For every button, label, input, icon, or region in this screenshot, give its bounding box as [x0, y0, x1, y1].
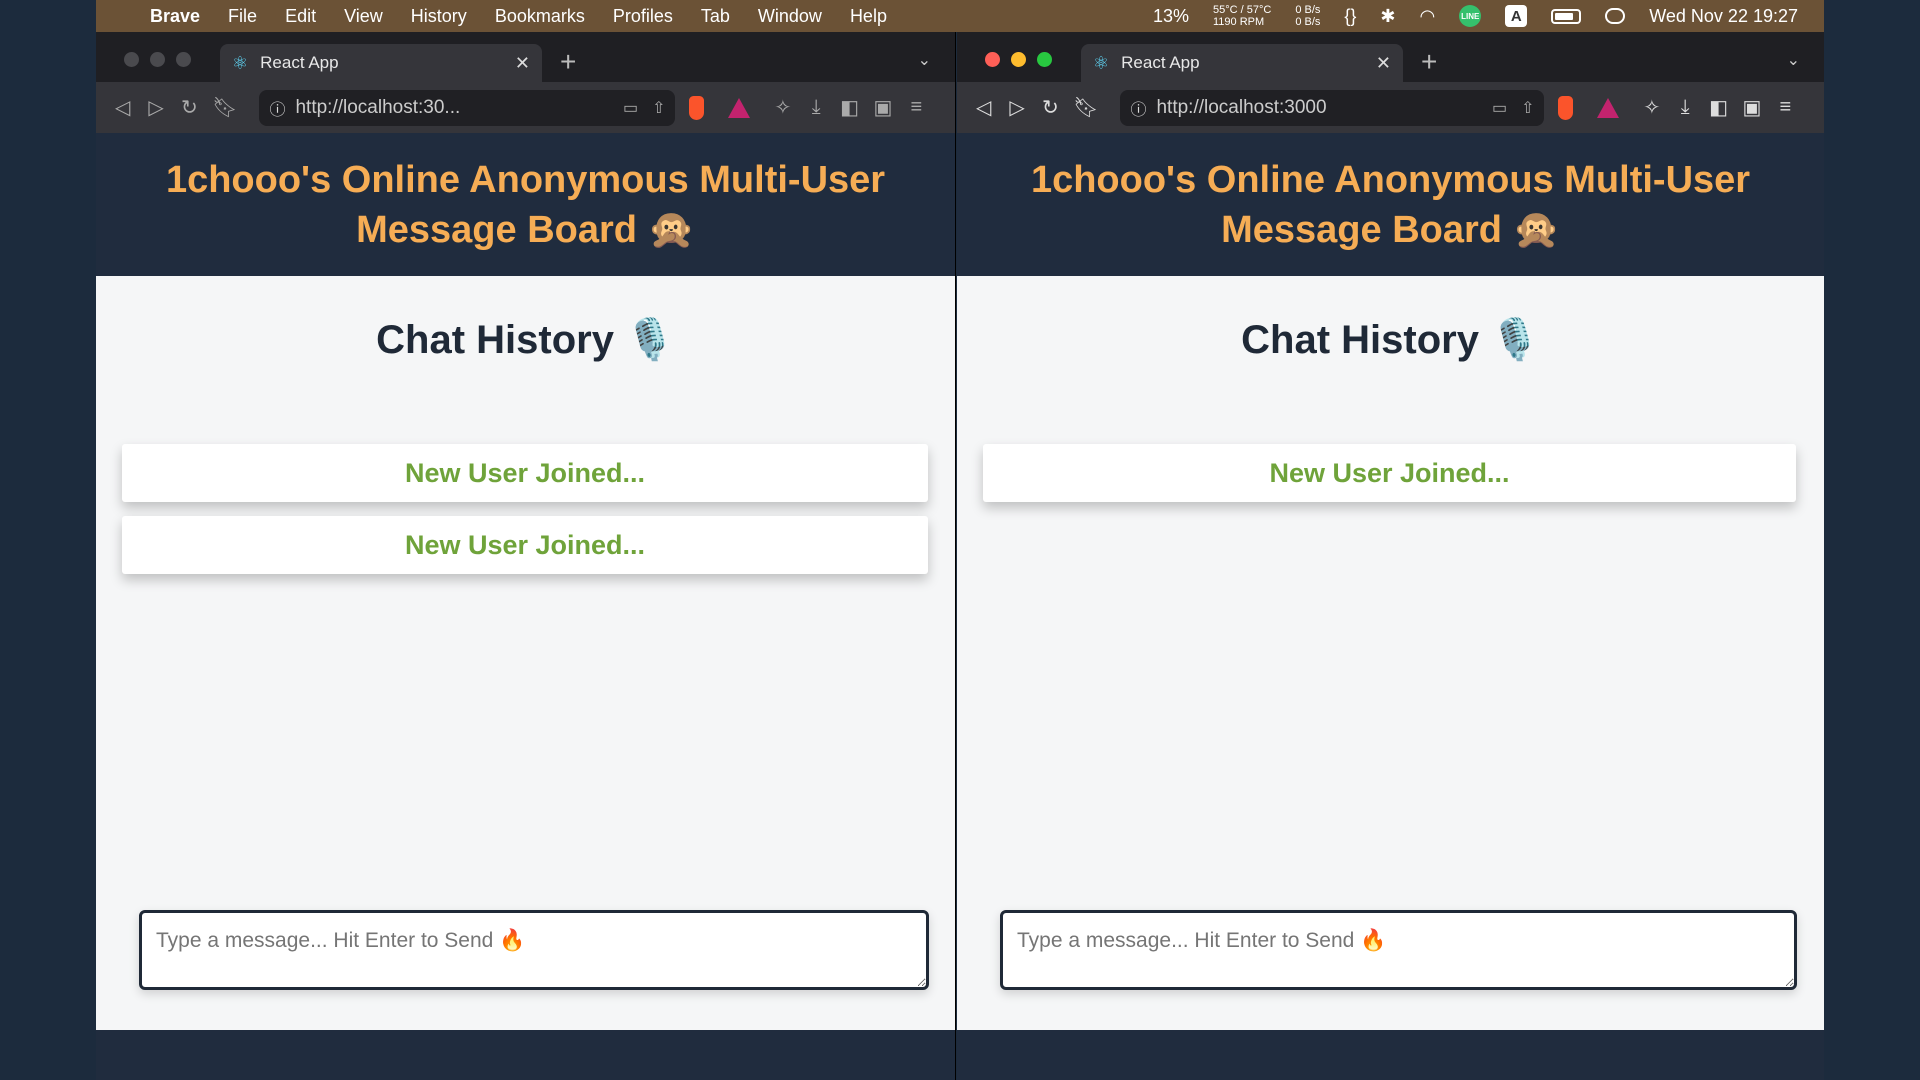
menu-history[interactable]: History — [411, 6, 467, 27]
share-icon[interactable]: ⇧ — [1521, 98, 1534, 118]
bookmark-icon[interactable]: 🔖︎ — [1073, 95, 1098, 120]
new-tab-icon[interactable]: + — [560, 46, 576, 78]
network-down-text: 0 B/s — [1295, 16, 1321, 28]
menu-app-name[interactable]: Brave — [150, 6, 200, 27]
menu-icon[interactable]: ≡ — [906, 96, 927, 119]
menu-tab[interactable]: Tab — [701, 6, 730, 27]
zoom-window-button[interactable] — [1037, 52, 1052, 67]
reload-icon[interactable]: ↻ — [179, 95, 200, 120]
line-app-icon[interactable]: LINE — [1459, 5, 1482, 27]
url-text[interactable]: http://localhost:30... — [295, 97, 608, 119]
input-source-icon[interactable]: A — [1505, 5, 1528, 27]
share-icon[interactable]: ⇧ — [652, 98, 665, 118]
tab-strip: ⚛ React App ✕ + ⌄ — [96, 32, 955, 82]
page-content: 1chooo's Online Anonymous Multi-User Mes… — [96, 133, 955, 1080]
download-icon[interactable]: ⤓ — [1675, 96, 1696, 119]
page-title: 1chooo's Online Anonymous Multi-User Mes… — [957, 133, 1824, 276]
site-info-icon[interactable]: ⓘ — [1130, 96, 1146, 120]
menu-view[interactable]: View — [344, 6, 383, 27]
menubar-clock[interactable]: Wed Nov 22 19:27 — [1649, 6, 1798, 27]
minimize-window-button[interactable] — [1011, 52, 1026, 67]
page-title: 1chooo's Online Anonymous Multi-User Mes… — [96, 133, 955, 276]
braces-icon[interactable]: {} — [1344, 6, 1356, 27]
brave-shields-icon[interactable] — [1558, 95, 1574, 120]
network-stats[interactable]: 0 B/s 0 B/s — [1295, 4, 1320, 28]
close-window-button[interactable] — [985, 52, 1000, 67]
temperature-stats[interactable]: 55°C / 57°C 1190 RPM — [1213, 4, 1271, 28]
tab-list-chevron-icon[interactable]: ⌄ — [918, 50, 931, 70]
tab-strip: ⚛ React App ✕ + ⌄ — [957, 32, 1824, 82]
chat-message: New User Joined... — [122, 516, 928, 574]
menu-window[interactable]: Window — [758, 6, 822, 27]
cast-icon[interactable]: ▭ — [623, 98, 638, 118]
tab-list-chevron-icon[interactable]: ⌄ — [1787, 50, 1800, 70]
message-input[interactable] — [139, 910, 929, 990]
extensions-icon[interactable]: ✧ — [1641, 95, 1662, 120]
menu-icon[interactable]: ≡ — [1775, 96, 1796, 119]
address-bar[interactable]: ⓘ http://localhost:3000 ▭ ⇧ — [1120, 89, 1545, 126]
minimize-window-button[interactable] — [150, 52, 165, 67]
page-footer — [957, 1030, 1824, 1080]
reload-icon[interactable]: ↻ — [1040, 95, 1061, 120]
close-tab-icon[interactable]: ✕ — [515, 53, 530, 74]
brave-shields-icon[interactable] — [689, 95, 705, 120]
bluetooth-icon[interactable]: ✱ — [1380, 6, 1395, 27]
chat-history-title: Chat History 🎙️ — [1241, 318, 1540, 362]
close-tab-icon[interactable]: ✕ — [1376, 53, 1391, 74]
react-logo-icon: ⚛ — [232, 52, 249, 73]
sidebar-icon[interactable]: ◧ — [839, 95, 860, 120]
fan-rpm-text: 1190 RPM — [1212, 16, 1265, 28]
tab-title: React App — [260, 53, 339, 72]
browser-window-right: ⚛ React App ✕ + ⌄ ◁ ▷ ↻ 🔖︎ ⓘ http://loca… — [957, 32, 1824, 1080]
control-center-icon[interactable] — [1605, 8, 1626, 24]
brave-rewards-icon[interactable] — [1597, 97, 1620, 118]
chat-area: Chat History 🎙️ New User Joined... — [957, 276, 1824, 1030]
menu-bookmarks[interactable]: Bookmarks — [495, 6, 585, 27]
browser-tab[interactable]: ⚛ React App ✕ — [220, 44, 542, 82]
download-icon[interactable]: ⤓ — [806, 96, 827, 119]
chat-message: New User Joined... — [983, 444, 1796, 502]
chat-area: Chat History 🎙️ New User Joined... New U… — [96, 276, 955, 1030]
close-window-button[interactable] — [124, 52, 139, 67]
sidebar-icon[interactable]: ◧ — [1708, 95, 1729, 120]
forward-arrow-icon[interactable]: ▷ — [1006, 95, 1027, 120]
temperature-text: 55°C / 57°C — [1212, 4, 1272, 16]
window-controls — [985, 52, 1052, 67]
macos-menubar: Brave File Edit View History Bookmarks P… — [96, 0, 1824, 32]
browser-toolbar: ◁ ▷ ↻ 🔖︎ ⓘ http://localhost:3000 ▭ ⇧ ✧ ⤓… — [957, 82, 1824, 133]
bookmark-icon[interactable]: 🔖︎ — [212, 95, 237, 120]
cpu-usage[interactable]: 13% — [1153, 6, 1189, 27]
forward-arrow-icon[interactable]: ▷ — [145, 95, 166, 120]
wallet-icon[interactable]: ▣ — [1741, 95, 1762, 120]
menu-help[interactable]: Help — [850, 6, 887, 27]
tab-title: React App — [1121, 53, 1200, 72]
menu-file[interactable]: File — [228, 6, 257, 27]
back-arrow-icon[interactable]: ◁ — [112, 95, 133, 120]
cast-icon[interactable]: ▭ — [1492, 98, 1507, 118]
wallet-icon[interactable]: ▣ — [872, 95, 893, 120]
menu-profiles[interactable]: Profiles — [613, 6, 673, 27]
back-arrow-icon[interactable]: ◁ — [973, 95, 994, 120]
url-text[interactable]: http://localhost:3000 — [1156, 97, 1477, 119]
wifi-icon[interactable]: ◠ — [1420, 6, 1436, 27]
zoom-window-button[interactable] — [176, 52, 191, 67]
brave-rewards-icon[interactable] — [728, 97, 751, 118]
browser-toolbar: ◁ ▷ ↻ 🔖︎ ⓘ http://localhost:30... ▭ ⇧ ✧ … — [96, 82, 955, 133]
address-bar[interactable]: ⓘ http://localhost:30... ▭ ⇧ — [259, 89, 676, 126]
page-footer — [96, 1030, 955, 1080]
new-tab-icon[interactable]: + — [1421, 46, 1437, 78]
battery-icon[interactable] — [1551, 8, 1582, 24]
window-controls — [124, 52, 191, 67]
browser-tab[interactable]: ⚛ React App ✕ — [1081, 44, 1403, 82]
extensions-icon[interactable]: ✧ — [772, 95, 793, 120]
site-info-icon[interactable]: ⓘ — [269, 96, 285, 120]
browser-window-left: ⚛ React App ✕ + ⌄ ◁ ▷ ↻ 🔖︎ ⓘ http://loca… — [96, 32, 956, 1080]
message-input[interactable] — [1000, 910, 1797, 990]
react-logo-icon: ⚛ — [1093, 52, 1110, 73]
chat-message: New User Joined... — [122, 444, 928, 502]
page-content: 1chooo's Online Anonymous Multi-User Mes… — [957, 133, 1824, 1080]
network-up-text: 0 B/s — [1295, 4, 1321, 16]
menu-edit[interactable]: Edit — [285, 6, 316, 27]
chat-history-title: Chat History 🎙️ — [376, 318, 675, 362]
